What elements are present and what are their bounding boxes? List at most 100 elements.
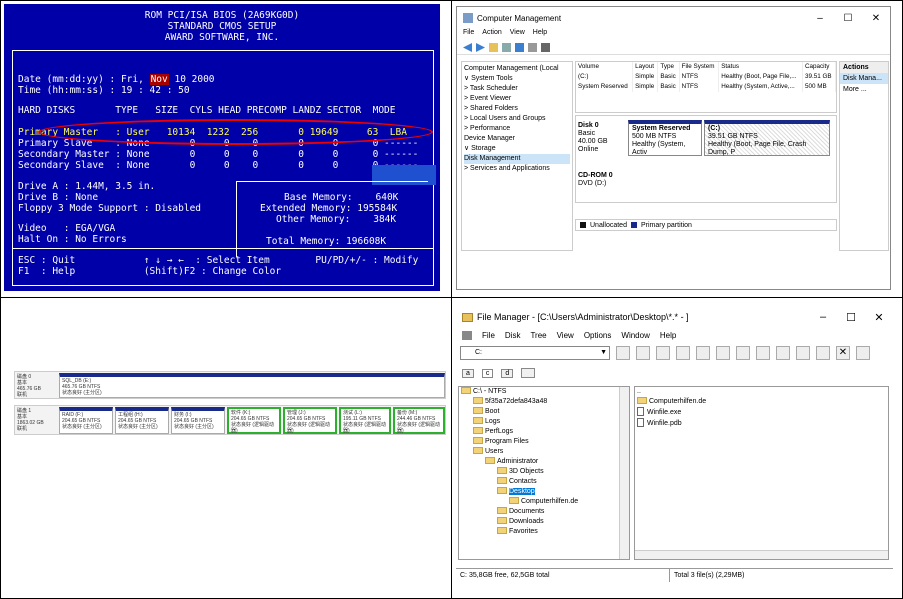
drive-a[interactable]: a (462, 368, 474, 378)
connect-drive-icon[interactable] (616, 346, 630, 360)
paste-icon[interactable] (816, 346, 830, 360)
dm-partition[interactable]: 备份 (M:) 244.46 GB NTFS 状态良好 (逻辑驱动器) (393, 407, 445, 434)
dm-partition-e[interactable]: SQL_DB (E:) 465.76 GB NTFS 状态良好 (主分区) (59, 373, 445, 398)
bios-secondary-master[interactable]: Secondary Master : None 0 0 0 0 0 0 ----… (18, 149, 418, 160)
tree-item-task-scheduler[interactable]: > Task Scheduler (464, 84, 570, 94)
bios-secondary-slave[interactable]: Secondary Slave : None 0 0 0 0 0 0 -----… (18, 160, 418, 171)
close-button[interactable]: ✕ (862, 13, 890, 24)
list-item[interactable]: Winfile.exe (635, 407, 888, 418)
partition-c[interactable]: (C:) 39.51 GB NTFS Healthy (Boot, Page F… (704, 120, 830, 156)
drive-select[interactable]: C: ▼ (460, 346, 610, 360)
list-item[interactable]: Winfile.pdb (635, 418, 888, 429)
new-window-icon[interactable] (776, 346, 790, 360)
menu-disk[interactable]: Disk (505, 331, 521, 340)
tree-item-local-users[interactable]: > Local Users and Groups (464, 114, 570, 124)
maximize-button[interactable]: ☐ (834, 13, 862, 24)
tree-root[interactable]: C:\ - NTFS (459, 387, 629, 397)
dm-partition[interactable]: 软件 (K:) 204.65 GB NTFS 状态良好 (逻辑驱动器) (227, 407, 281, 434)
table-row[interactable]: (C:) Simple Basic NTFS Healthy (Boot, Pa… (576, 72, 837, 82)
drive-net[interactable] (521, 368, 536, 378)
tree-item[interactable]: Downloads (459, 517, 629, 527)
tree-item-selected[interactable]: Desktop (459, 487, 629, 497)
disconnect-drive-icon[interactable] (636, 346, 650, 360)
tree-item-shared-folders[interactable]: > Shared Folders (464, 104, 570, 114)
close-button[interactable]: ✕ (865, 311, 893, 324)
bios-video[interactable]: Video : EGA/VGA (18, 223, 115, 234)
details-icon[interactable] (736, 346, 750, 360)
help-icon[interactable] (515, 43, 524, 52)
dm-partition[interactable]: RAID (F:) 204.65 GB NTFS 状态良好 (主分区) (59, 407, 113, 434)
menu-help[interactable]: Help (660, 331, 676, 340)
bios-halt[interactable]: Halt On : No Errors (18, 234, 127, 245)
dm-partition[interactable]: 测试 (L:) 195.11 GB NTFS 状态良好 (逻辑驱动器) (339, 407, 391, 434)
bios-floppy[interactable]: Floppy 3 Mode Support : Disabled (18, 203, 201, 214)
menu-tree[interactable]: Tree (530, 331, 546, 340)
drive-d[interactable]: d (501, 368, 514, 378)
menu-help[interactable]: Help (533, 29, 547, 41)
console-tree-icon[interactable] (502, 43, 511, 52)
tree-item[interactable]: Boot (459, 407, 629, 417)
undo-icon[interactable] (856, 346, 870, 360)
tree-item[interactable]: Logs (459, 417, 629, 427)
view-icon[interactable] (541, 43, 550, 52)
bios-drive-a[interactable]: Drive A : 1.44M, 3.5 in. (18, 181, 155, 192)
tree-item-system-tools[interactable]: ∨ System Tools (464, 74, 570, 84)
delete-icon[interactable]: ✕ (836, 346, 850, 360)
tree-item-event-viewer[interactable]: > Event Viewer (464, 94, 570, 104)
tree-item[interactable]: 5f35a72defa843a48 (459, 397, 629, 407)
stop-share-icon[interactable] (676, 346, 690, 360)
col-capacity[interactable]: Capacity (802, 62, 837, 72)
menu-file[interactable]: File (463, 29, 474, 41)
tree-scrollbar[interactable] (619, 387, 629, 559)
copy-icon[interactable] (796, 346, 810, 360)
tree-item-storage[interactable]: ∨ Storage (464, 144, 570, 154)
menu-window[interactable]: Window (621, 331, 649, 340)
col-type[interactable]: Type (657, 62, 680, 72)
tree-item[interactable]: Documents (459, 507, 629, 517)
col-volume[interactable]: Volume (576, 62, 634, 72)
dm-partition[interactable]: 工程组 (H:) 204.65 GB NTFS 状态良好 (主分区) (115, 407, 169, 434)
list-item[interactable]: Computerhilfen.de (635, 397, 888, 407)
back-icon[interactable] (463, 43, 472, 52)
tree-item-device-manager[interactable]: Device Manager (464, 134, 570, 144)
bios-date[interactable]: Date (mm:dd:yy) : Fri, Nov 10 2000 (18, 74, 215, 85)
tree-item[interactable]: Users (459, 447, 629, 457)
horizontal-scrollbar[interactable] (635, 550, 888, 559)
tree-item-services[interactable]: > Services and Applications (464, 164, 570, 174)
maximize-button[interactable]: ☐ (837, 311, 865, 324)
share-icon[interactable] (656, 346, 670, 360)
sort-icon[interactable] (756, 346, 770, 360)
tree-item-performance[interactable]: > Performance (464, 124, 570, 134)
folder-up-icon[interactable] (489, 43, 498, 52)
menu-options[interactable]: Options (584, 331, 612, 340)
dm-partition[interactable]: 财务 (I:) 204.65 GB NTFS 状态良好 (主分区) (171, 407, 225, 434)
partition-system-reserved[interactable]: System Reserved 500 MB NTFS Healthy (Sys… (628, 120, 702, 156)
tree-item-root[interactable]: Computer Management (Local (464, 64, 570, 74)
tree-item[interactable]: Program Files (459, 437, 629, 447)
action-more[interactable]: More ... (840, 84, 888, 95)
menu-view[interactable]: View (557, 331, 574, 340)
list-icon[interactable] (716, 346, 730, 360)
tree-item[interactable]: PerfLogs (459, 427, 629, 437)
bios-time[interactable]: Time (hh:mm:ss) : 19 : 42 : 50 (18, 85, 190, 96)
menu-file[interactable]: File (482, 331, 495, 340)
action-disk-management[interactable]: Disk Mana... (840, 73, 888, 84)
col-layout[interactable]: Layout (632, 62, 659, 72)
col-status[interactable]: Status (718, 62, 803, 72)
tree-item[interactable]: Administrator (459, 457, 629, 467)
tree-item[interactable]: 3D Objects (459, 467, 629, 477)
menu-view[interactable]: View (510, 29, 525, 41)
forward-icon[interactable] (476, 43, 485, 52)
tree-item[interactable]: Contacts (459, 477, 629, 487)
minimize-button[interactable]: – (806, 13, 834, 24)
bios-drive-b[interactable]: Drive B : None (18, 192, 98, 203)
col-filesystem[interactable]: File System (679, 62, 720, 72)
large-icons-icon[interactable] (696, 346, 710, 360)
properties-icon[interactable] (528, 43, 537, 52)
dm-partition[interactable]: 管理 (J:) 204.65 GB NTFS 状态良好 (逻辑驱动器) (283, 407, 337, 434)
drive-c[interactable]: c (481, 368, 494, 378)
menu-action[interactable]: Action (482, 29, 501, 41)
tree-item[interactable]: Computerhilfen.de (459, 497, 629, 507)
tree-item-disk-management[interactable]: Disk Management (464, 154, 570, 164)
table-row[interactable]: System Reserved Simple Basic NTFS Health… (576, 82, 837, 92)
